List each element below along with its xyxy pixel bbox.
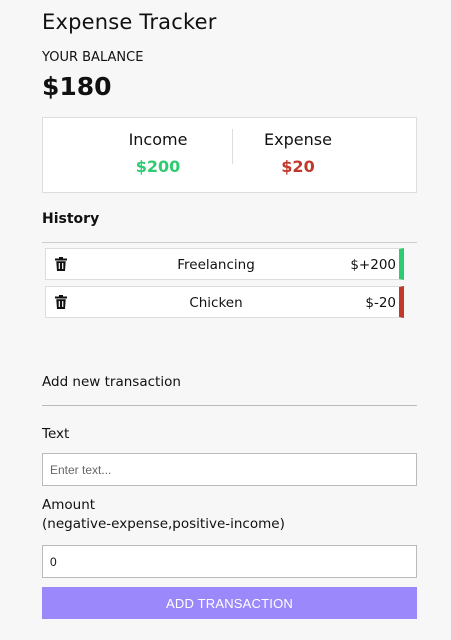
text-label: Text xyxy=(42,426,70,442)
transaction-item: Freelancing $+200 xyxy=(45,248,404,280)
add-transaction-divider xyxy=(42,405,417,406)
balance-value: $180 xyxy=(42,72,112,101)
text-input[interactable] xyxy=(42,453,417,486)
expense-value: $20 xyxy=(281,157,315,176)
amount-hint: (negative-expense,positive-income) xyxy=(42,516,285,532)
transaction-item: Chicken $-20 xyxy=(45,286,404,318)
amount-input[interactable] xyxy=(42,545,417,578)
income-value: $200 xyxy=(135,157,181,176)
summary-divider xyxy=(232,129,233,164)
amount-label: Amount xyxy=(42,497,96,513)
history-heading: History xyxy=(42,211,100,227)
history-divider xyxy=(42,242,417,243)
balance-label: YOUR BALANCE xyxy=(42,50,144,65)
income-column: Income $200 xyxy=(98,130,218,176)
page-title: Expense Tracker xyxy=(42,10,217,34)
income-label: Income xyxy=(128,130,188,149)
add-transaction-button[interactable]: ADD TRANSACTION xyxy=(42,587,417,619)
expense-label: Expense xyxy=(264,130,332,149)
transaction-amount: $-20 xyxy=(365,295,396,311)
income-expense-summary: Income $200 Expense $20 xyxy=(42,117,417,193)
add-transaction-heading: Add new transaction xyxy=(42,374,181,390)
transaction-amount: $+200 xyxy=(350,257,396,273)
transaction-text: Freelancing xyxy=(177,257,255,273)
expense-column: Expense $20 xyxy=(238,130,358,176)
transaction-text: Chicken xyxy=(189,295,243,311)
